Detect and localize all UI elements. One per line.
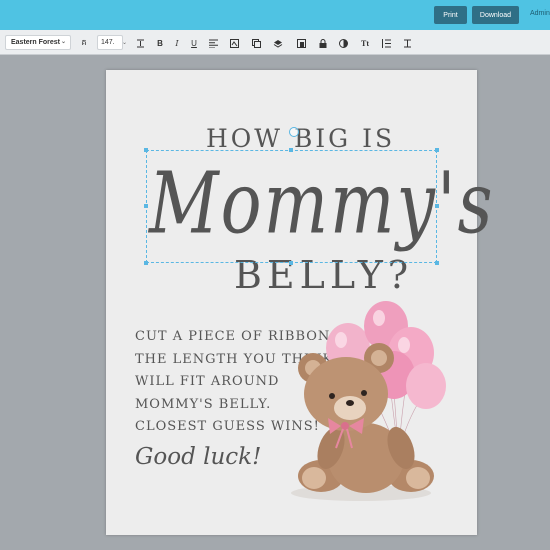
text-case-icon[interactable]: Tt [360,38,370,48]
color-fill-icon[interactable] [338,38,348,48]
font-family-value: Eastern Forest [11,39,61,46]
image-edit-icon[interactable] [229,38,239,48]
resize-handle[interactable] [435,148,439,152]
print-button[interactable]: Print [434,6,467,24]
teddy-bear-balloons-illustration[interactable] [286,298,466,503]
resize-handle[interactable] [144,261,148,265]
underline-icon[interactable]: U [189,38,199,48]
text-height-icon[interactable] [135,38,145,48]
chevron-down-icon[interactable]: ⌄ [122,39,127,46]
resize-handle[interactable] [435,261,439,265]
headline-how-big-is[interactable]: HOW BIG IS [206,124,395,153]
resize-handle[interactable] [289,148,293,152]
selection-box[interactable] [146,150,437,263]
italic-icon[interactable]: I [172,38,182,48]
rotate-handle-icon[interactable] [289,127,299,137]
duplicate-icon[interactable] [251,38,261,48]
list-icon[interactable] [381,38,391,48]
download-button[interactable]: Download [472,6,519,24]
font-family-select[interactable]: Eastern Forest ⌄ [5,35,71,50]
document-page[interactable]: HOW BIG IS Mommy's BELLY? CUT A PIECE OF… [106,70,493,535]
bear-head [304,357,388,431]
mask-icon[interactable] [296,38,306,48]
chevron-down-icon: ⌄ [60,39,66,45]
align-left-icon[interactable] [208,38,218,48]
letter-spacing-icon[interactable] [402,38,412,48]
good-luck-text[interactable]: Good luck! [135,444,261,470]
bold-icon[interactable]: B [155,38,165,48]
lock-icon[interactable] [318,38,328,48]
resize-handle[interactable] [144,204,148,208]
admin-link[interactable]: Admin [530,10,550,17]
font-style-icon[interactable]: គ [79,38,89,48]
font-size-input[interactable]: 147. [97,35,123,50]
font-size-value: 147. [101,39,115,46]
resize-handle[interactable] [289,261,293,265]
top-bar: Print Download Admin [0,0,550,30]
resize-handle[interactable] [144,148,148,152]
balloon [406,363,446,409]
resize-handle[interactable] [435,204,439,208]
layers-icon[interactable] [273,38,283,48]
text-toolbar: Eastern Forest ⌄ គ 147. ⌄ B I U Tt [0,30,550,55]
